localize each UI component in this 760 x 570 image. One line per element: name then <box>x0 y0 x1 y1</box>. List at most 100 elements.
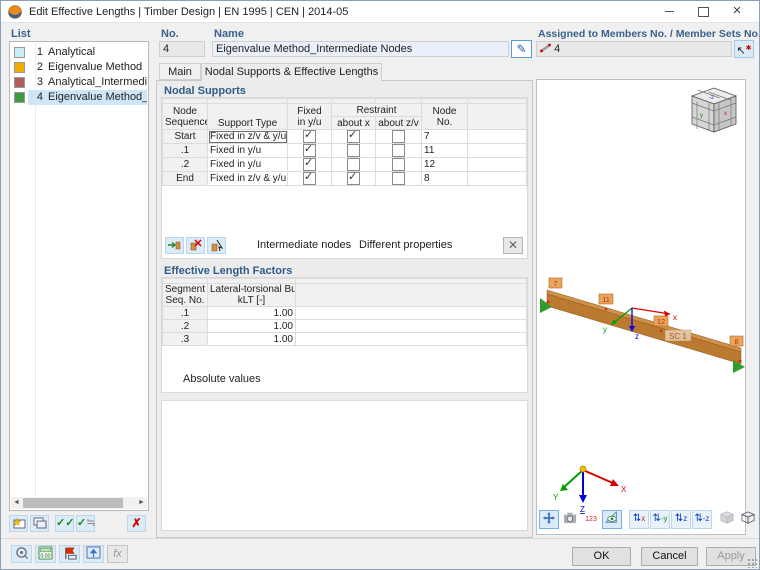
about-x-cell[interactable] <box>332 158 376 172</box>
about-x-cell[interactable] <box>332 144 376 158</box>
checkbox[interactable] <box>347 172 360 185</box>
list-item-label: Analytical_Intermediate Nodes <box>48 75 147 90</box>
assigned-members-field[interactable]: 4 <box>536 41 732 57</box>
select-support-icon <box>209 239 224 252</box>
row-header: .1 <box>163 307 208 320</box>
list-horizontal-scrollbar[interactable]: ◄ ► <box>11 497 147 509</box>
timber-beam[interactable] <box>540 290 745 373</box>
about-zv-cell[interactable] <box>376 144 422 158</box>
no-field: 4 <box>159 41 205 57</box>
checkbox[interactable] <box>303 144 316 157</box>
view-x-button[interactable]: ⇅x <box>629 510 649 529</box>
node-no-cell[interactable]: 12 <box>422 158 468 172</box>
fixed-yu-cell[interactable] <box>288 158 332 172</box>
scrollbar-thumb[interactable] <box>23 498 123 508</box>
camera-icon <box>563 511 577 524</box>
node-no-cell[interactable]: 11 <box>422 144 468 158</box>
about-zv-cell[interactable] <box>376 130 422 144</box>
scroll-right-icon[interactable]: ► <box>136 497 147 509</box>
close-button[interactable]: × <box>723 1 751 23</box>
copy-list-entry-button[interactable] <box>30 515 49 532</box>
rename-button[interactable]: ✎ <box>511 40 532 58</box>
node-no-cell[interactable]: 8 <box>422 172 468 186</box>
view-isometric-button[interactable]: ⇅-z <box>692 510 712 529</box>
list-label: List <box>11 28 31 40</box>
checkbox[interactable] <box>347 130 360 143</box>
units-settings-button[interactable]: 0.00 <box>35 545 56 563</box>
picture-icon <box>86 546 101 559</box>
insert-nodal-support-button[interactable] <box>165 237 184 254</box>
about-x-cell[interactable] <box>332 172 376 186</box>
minimize-button[interactable] <box>655 1 683 23</box>
tab-nodal-supports[interactable]: Nodal Supports & Effective Lengths <box>201 63 382 81</box>
render-photo-button[interactable] <box>560 510 580 529</box>
klt-value-cell[interactable]: 1.00 <box>208 333 296 346</box>
perspective-view-button[interactable] <box>738 510 758 529</box>
minimize-icon <box>665 11 674 12</box>
checkbox[interactable] <box>392 144 405 157</box>
checkbox[interactable] <box>347 158 360 171</box>
checkbox[interactable] <box>392 130 405 143</box>
list-item-eigenvalue-intermediate[interactable]: 4 Eigenvalue Method_Intermediate No <box>11 90 147 105</box>
delete-list-entry-button[interactable]: ✗ <box>127 515 146 532</box>
klt-value-cell[interactable]: 1.00 <box>208 320 296 333</box>
list-item-analytical[interactable]: 1 Analytical <box>11 45 147 60</box>
units-calculator-icon: 0.00 <box>38 546 53 560</box>
3d-viewport[interactable]: -z y x 7 11 12 <box>536 79 746 535</box>
about-zv-cell[interactable] <box>376 158 422 172</box>
fixed-yu-cell[interactable] <box>288 130 332 144</box>
col-support-type: Support Type <box>208 104 288 130</box>
display-properties-button[interactable] <box>602 510 622 529</box>
display-settings-button[interactable] <box>83 545 104 563</box>
factor-row-2: .2 1.00 <box>163 320 527 333</box>
fixed-yu-cell[interactable] <box>288 144 332 158</box>
klt-value-cell[interactable]: 1.00 <box>208 307 296 320</box>
pan-icon <box>542 511 556 525</box>
support-type-dropdown[interactable]: Fixed in y/u <box>208 144 288 158</box>
ok-button[interactable]: OK <box>572 547 631 566</box>
delete-nodal-support-button[interactable] <box>186 237 205 254</box>
about-x-cell[interactable] <box>332 130 376 144</box>
toggle-selection-button[interactable]: ✓≒ <box>76 515 95 532</box>
name-input[interactable]: Eigenvalue Method_Intermediate Nodes <box>212 41 509 57</box>
checkbox[interactable] <box>303 158 316 171</box>
list-item-eigenvalue-method[interactable]: 2 Eigenvalue Method <box>11 60 147 75</box>
render-solid-button[interactable] <box>717 510 737 529</box>
new-list-entry-button[interactable] <box>9 515 28 532</box>
select-nodal-support-button[interactable] <box>207 237 226 254</box>
tab-main[interactable]: Main <box>159 63 201 80</box>
resize-grip[interactable] <box>747 558 757 568</box>
show-numbering-button[interactable]: 123 <box>581 510 601 529</box>
support-type-dropdown[interactable]: Fixed in z/v & y/u & t... <box>208 130 288 144</box>
support-type-dropdown[interactable]: Fixed in y/u <box>208 158 288 172</box>
select-members-button[interactable]: ↖✱ <box>734 40 754 58</box>
checkbox[interactable] <box>303 172 316 185</box>
view-minus-y-button[interactable]: ⇅-y <box>650 510 670 529</box>
about-zv-cell[interactable] <box>376 172 422 186</box>
updown-arrow-icon: ⇅ <box>652 513 660 524</box>
checkbox[interactable] <box>392 172 405 185</box>
edit-effective-lengths-dialog: Edit Effective Lengths | Timber Design |… <box>0 0 760 570</box>
col-restraint: Restraint <box>332 104 422 117</box>
checkbox[interactable] <box>347 144 360 157</box>
list-item-label: Eigenvalue Method_Intermediate No <box>48 90 147 105</box>
scroll-left-icon[interactable]: ◄ <box>11 497 22 509</box>
close-icon: × <box>733 2 742 19</box>
fixed-yu-cell[interactable] <box>288 172 332 186</box>
col-about-zv: about z/v <box>376 117 422 130</box>
cancel-button[interactable]: Cancel <box>641 547 698 566</box>
support-type-dropdown[interactable]: Fixed in z/v & y/u & t... <box>208 172 288 186</box>
view-z-button[interactable]: ⇅z <box>671 510 691 529</box>
list-item-number: 1 <box>31 45 43 60</box>
node-no-cell[interactable]: 7 <box>422 130 468 144</box>
list-item-analytical-intermediate[interactable]: 3 Analytical_Intermediate Nodes <box>11 75 147 90</box>
select-all-button[interactable]: ✓✓ <box>55 515 74 532</box>
navigation-cube-icon[interactable]: -z y x <box>692 88 736 132</box>
checkbox[interactable] <box>303 130 316 143</box>
maximize-button[interactable] <box>689 1 717 23</box>
clear-supports-button[interactable]: ✕ <box>503 237 523 254</box>
checkbox[interactable] <box>392 158 405 171</box>
program-options-button[interactable] <box>11 545 32 563</box>
comment-button[interactable] <box>59 545 80 563</box>
pan-view-button[interactable] <box>539 510 559 529</box>
